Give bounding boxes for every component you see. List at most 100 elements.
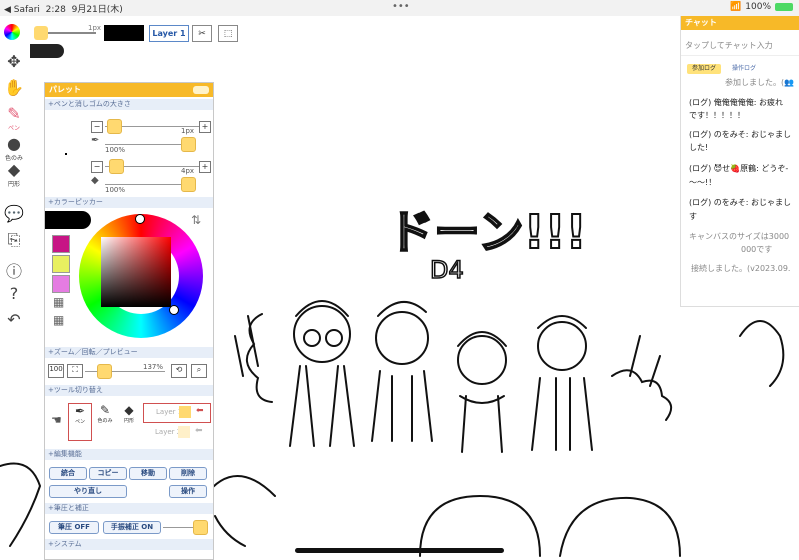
layer-button[interactable]: Layer 1 (149, 25, 189, 42)
circle-tool[interactable]: ◆ 円形 (0, 160, 28, 188)
palette-minimize-button[interactable] (193, 86, 209, 94)
operation-button[interactable]: 操作 (169, 485, 207, 498)
layer-2-knob[interactable] (178, 426, 190, 438)
tool-color-label: 色のみ (97, 418, 113, 424)
chat-message: 接続しました。(v2023.09. (691, 264, 791, 273)
undo-icon[interactable]: ↶ (0, 310, 28, 329)
chat-icon[interactable]: 💬 (0, 204, 28, 223)
tab-join-log[interactable]: 参加ログ (687, 64, 721, 74)
pen-size-value: 1px (181, 127, 195, 135)
swap-colors-icon[interactable]: ⇅ (191, 213, 201, 227)
system-section[interactable]: +システム (45, 539, 213, 550)
chat-header[interactable]: チャット (681, 16, 799, 30)
delete-button[interactable]: 削除 (169, 467, 207, 480)
tool-pen-button[interactable]: ✒ ペン (68, 403, 92, 441)
fit-screen-icon[interactable]: ⛶ (67, 364, 83, 378)
edit-section[interactable]: +編集機能 (45, 449, 213, 460)
character-3 (457, 331, 507, 453)
current-color-swatch[interactable] (104, 25, 144, 41)
eraser-opacity-knob[interactable] (181, 177, 196, 192)
eraser-size-knob[interactable] (109, 159, 124, 174)
layer-1-slot[interactable]: Layer 1 ⬅ (143, 403, 211, 423)
tool-circle-label: 円形 (123, 418, 134, 424)
grid-add-icon[interactable]: ▦ (53, 295, 64, 309)
chat-message: キャンバスのサイズは3000 (689, 232, 790, 241)
bottom-head-1 (419, 494, 541, 557)
chat-input[interactable]: タップしてチャット入力 (681, 30, 799, 56)
tool-color-button[interactable]: ✎ 色のみ (95, 403, 115, 439)
saturation-value-square[interactable] (101, 237, 171, 307)
help-icon[interactable]: ? (0, 284, 28, 303)
home-indicator[interactable] (295, 548, 504, 553)
status-left: ◀ Safari 2:28 9月21日(木) (4, 2, 123, 15)
hand-icon[interactable]: ✋ (0, 78, 28, 97)
pen-tool[interactable]: ✎ ペン (0, 104, 28, 132)
pen-eraser-section[interactable]: +ペンと消しゴムの大きさ (45, 99, 213, 110)
zoom-percent: 137% (143, 363, 164, 371)
chat-message: (ログ) のをみそ: おじゃまし (689, 198, 792, 207)
eraser-size-plus-button[interactable]: + (199, 161, 211, 173)
battery-icon (775, 3, 793, 11)
zoom-value-box[interactable]: 100 (48, 364, 64, 378)
palette-header[interactable]: パレット (45, 83, 213, 97)
preview-search-icon[interactable]: ⌕ (191, 364, 207, 378)
layer-2-arrow-icon: ⬅ (195, 426, 203, 436)
move-button[interactable]: 移動 (129, 467, 167, 480)
chat-message: (ログ) のをみそ: おじゃまし (689, 130, 792, 139)
chat-message: 〜〜!！ (689, 178, 717, 187)
layer-1-arrow-icon: ⬅ (196, 406, 204, 416)
brush-size-label: 1px (88, 24, 102, 32)
hue-marker[interactable] (135, 214, 145, 224)
wifi-icon: 📶 (730, 2, 742, 12)
back-to-safari[interactable]: ◀ Safari (4, 5, 40, 15)
redo-button[interactable]: やり直し (49, 485, 127, 498)
layer-2-slot[interactable]: Layer 2 ⬅ (143, 425, 209, 441)
chat-message: 000です (741, 245, 773, 254)
bottom-left-figure (204, 475, 276, 547)
pen-tool-label: ペン (7, 125, 20, 132)
correction-toggle[interactable]: 手振補正 ON (103, 521, 161, 534)
brush-size-slider-knob[interactable] (34, 26, 48, 40)
grid-remove-icon[interactable]: ▦ (53, 313, 64, 327)
pen-size-knob[interactable] (107, 119, 122, 134)
pen-opacity-track[interactable] (105, 144, 187, 145)
color-wheel-icon[interactable] (4, 24, 20, 40)
multitask-dots[interactable]: ••• (392, 1, 410, 12)
frame-icon[interactable]: ⬚ (218, 25, 238, 42)
color-swatch-1[interactable] (52, 235, 70, 253)
move-icon[interactable]: ✥ (0, 52, 28, 71)
pressure-toggle[interactable]: 筆圧 OFF (49, 521, 99, 534)
pen-opacity-knob[interactable] (181, 137, 196, 152)
pen-size-minus-button[interactable]: − (91, 121, 103, 133)
layer-1-knob[interactable] (179, 406, 191, 418)
eraser-opacity-track[interactable] (105, 184, 187, 185)
scissors-icon[interactable]: ✂ (192, 25, 212, 42)
export-icon[interactable]: ⎘ (0, 230, 28, 250)
rotate-icon[interactable]: ⟲ (171, 364, 187, 378)
color-pick-tool[interactable]: ● 色のみ (0, 134, 28, 162)
tool-circle-button[interactable]: ◆ 円形 (119, 403, 139, 439)
palette-panel: パレット +ペンと消しゴムの大きさ − + 1px ✒ 100% − + 4px… (44, 82, 214, 560)
correction-knob[interactable] (193, 520, 208, 535)
color-swatch-3[interactable] (52, 275, 70, 293)
character-2 (371, 301, 433, 442)
status-bar: ◀ Safari 2:28 9月21日(木) ••• 📶 100% (0, 0, 799, 16)
right-edge-figure (739, 320, 785, 387)
sv-marker[interactable] (169, 305, 179, 315)
tool-switch-section[interactable]: +ツール切り替え (45, 385, 213, 396)
chat-message: (ログ) 俺俺俺俺俺: お疲れ (689, 98, 784, 107)
zoom-section[interactable]: +ズーム／回転／プレビュー (45, 347, 213, 358)
color-swatch-2[interactable] (52, 255, 70, 273)
stroke-section[interactable]: +筆圧と補正 (45, 503, 213, 514)
eraser-size-minus-button[interactable]: − (91, 161, 103, 173)
bottom-head-2 (559, 496, 681, 557)
info-icon[interactable]: ⓘ (0, 258, 28, 282)
zoom-knob[interactable] (97, 364, 112, 379)
hand-tool-icon[interactable]: ☚ (51, 413, 62, 427)
pen-size-plus-button[interactable]: + (199, 121, 211, 133)
tab-operation-log[interactable]: 操作ログ (727, 64, 761, 74)
merge-button[interactable]: 統合 (49, 467, 87, 480)
correction-track[interactable] (163, 527, 193, 528)
color-picker-section[interactable]: +カラーピッカー (45, 197, 213, 208)
copy-button[interactable]: コピー (89, 467, 127, 480)
